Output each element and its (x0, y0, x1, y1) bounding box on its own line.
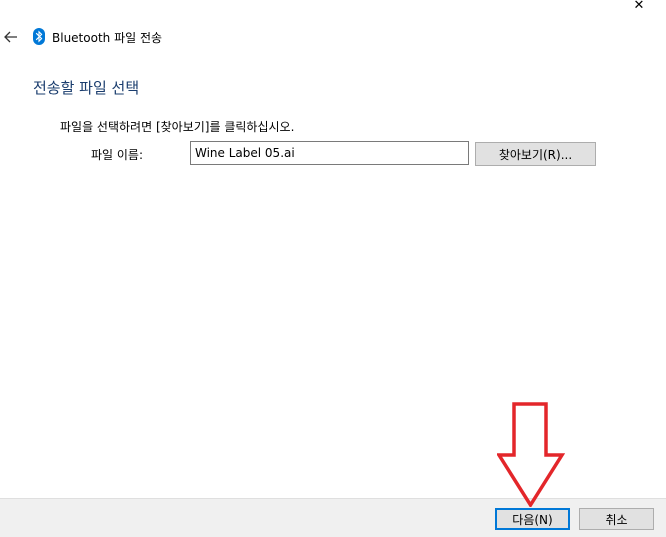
red-down-arrow-annotation (497, 402, 565, 507)
browse-button[interactable]: 찾아보기(R)... (475, 142, 596, 166)
window-title: Bluetooth 파일 전송 (52, 31, 163, 45)
instruction-text: 파일을 선택하려면 [찾아보기]를 클릭하십시오. (60, 120, 295, 134)
back-arrow-icon (4, 31, 17, 43)
file-name-label: 파일 이름: (91, 148, 144, 162)
cancel-button[interactable]: 취소 (579, 508, 654, 530)
next-button[interactable]: 다음(N) (495, 508, 570, 530)
file-name-input[interactable] (190, 141, 469, 165)
close-icon: ✕ (633, 0, 645, 13)
close-button[interactable]: ✕ (612, 0, 666, 14)
back-button[interactable] (2, 28, 20, 46)
page-heading: 전송할 파일 선택 (33, 79, 140, 97)
bluetooth-icon (33, 28, 45, 45)
